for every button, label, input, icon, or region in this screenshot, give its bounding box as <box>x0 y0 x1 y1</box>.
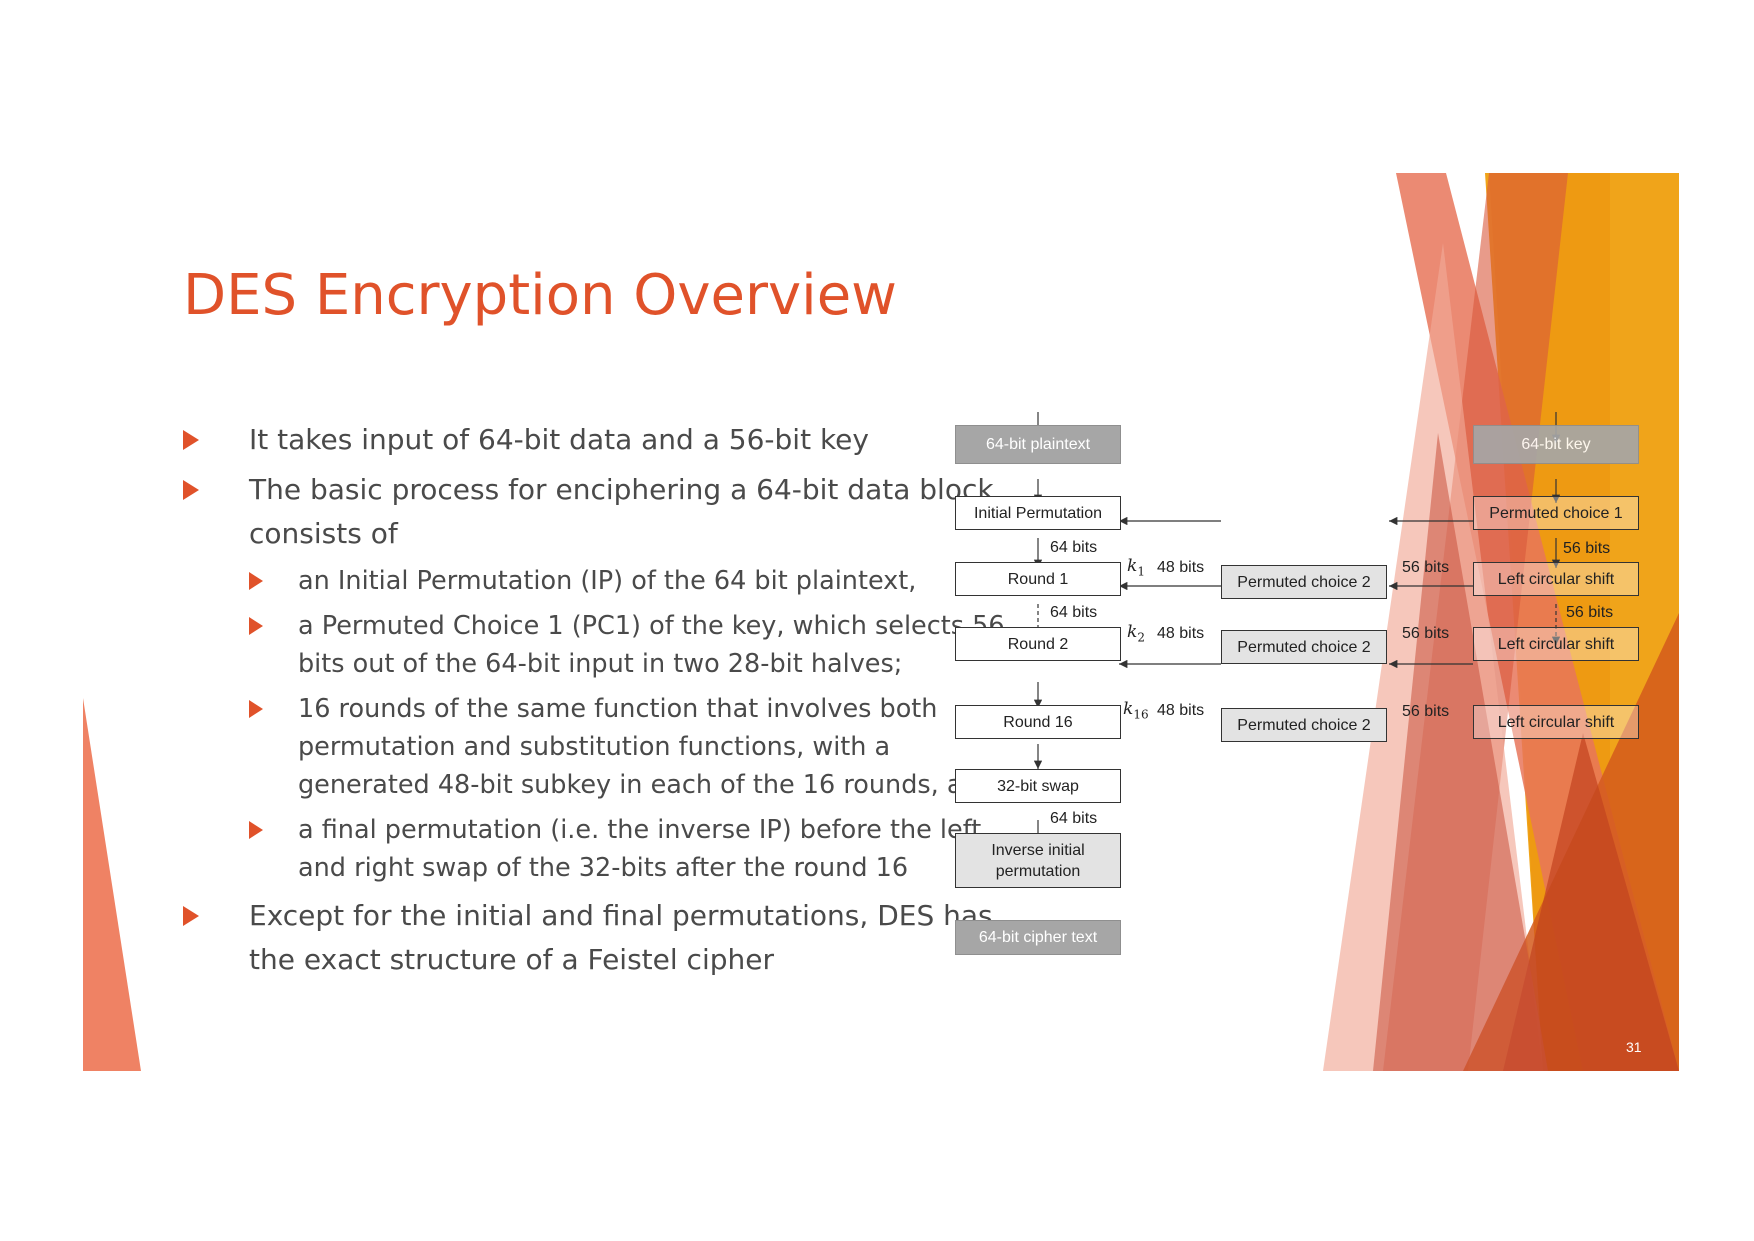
ciphertext-box: 64-bit cipher text <box>955 920 1121 955</box>
pc2-box-16: Permuted choice 2 <box>1221 708 1387 742</box>
lcs-box-16: Left circular shift <box>1473 705 1639 739</box>
label-64-bits: 64 bits <box>1050 539 1098 556</box>
label-64-bits: 64 bits <box>1050 604 1098 621</box>
lcs-box-2: Left circular shift <box>1473 627 1639 661</box>
label-56-bits: 56 bits <box>1402 625 1450 642</box>
label-48-bits: 48 bits <box>1157 625 1205 642</box>
slide: DES Encryption Overview It takes input o… <box>83 173 1679 1071</box>
key-box: 64-bit key <box>1473 425 1639 464</box>
label-48-bits: 48 bits <box>1157 559 1205 576</box>
diagram-connectors <box>1033 412 1561 845</box>
label-56-bits: 56 bits <box>1402 559 1450 576</box>
label-56-bits: 56 bits <box>1566 604 1614 621</box>
round-16-box: Round 16 <box>955 705 1121 739</box>
des-diagram: 64-bit plaintext Initial Permutation Rou… <box>83 173 1679 1071</box>
swap-box: 32-bit swap <box>955 769 1121 803</box>
inverse-ip-box: Inverse initial permutation <box>955 833 1121 888</box>
plaintext-box: 64-bit plaintext <box>955 425 1121 464</box>
round-1-box: Round 1 <box>955 562 1121 596</box>
round-2-box: Round 2 <box>955 627 1121 661</box>
subkey-label-k1: k1 <box>1127 556 1145 579</box>
label-56-bits: 56 bits <box>1402 703 1450 720</box>
subkey-label-k2: k2 <box>1127 622 1145 645</box>
initial-permutation-box: Initial Permutation <box>955 496 1121 530</box>
label-56-bits: 56 bits <box>1563 540 1611 557</box>
pc1-box: Permuted choice 1 <box>1473 496 1639 530</box>
label-64-bits: 64 bits <box>1050 810 1098 827</box>
lcs-box-1: Left circular shift <box>1473 562 1639 596</box>
page-number: 31 <box>1626 1039 1642 1055</box>
label-48-bits: 48 bits <box>1157 702 1205 719</box>
pc2-box-1: Permuted choice 2 <box>1221 565 1387 599</box>
pc2-box-2: Permuted choice 2 <box>1221 630 1387 664</box>
subkey-label-k16: k16 <box>1123 699 1149 722</box>
